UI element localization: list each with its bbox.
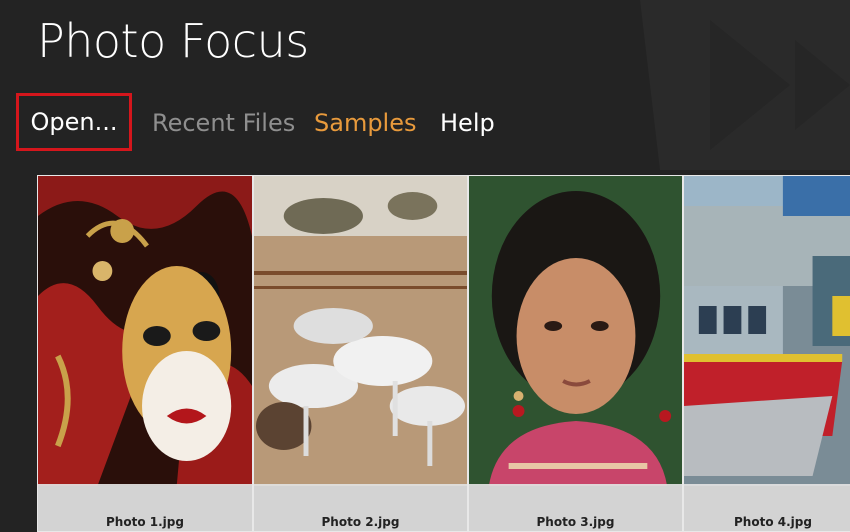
photo-caption: Photo 4.jpg [684, 484, 850, 531]
photo-caption: Photo 2.jpg [254, 484, 467, 531]
help-link[interactable]: Help [440, 93, 495, 153]
photo-tile[interactable]: Photo 2.jpg [253, 175, 468, 532]
photo-caption: Photo 1.jpg [38, 484, 252, 531]
photo-thumbnail [469, 176, 682, 486]
samples-link[interactable]: Samples [314, 93, 417, 153]
photo-tile[interactable]: Photo 1.jpg [37, 175, 253, 532]
photo-gallery: Photo 1.jpg Photo 2.jpg Photo 3.jpg Phot… [37, 175, 850, 532]
photo-caption: Photo 3.jpg [469, 484, 682, 531]
main-nav: Open... Recent Files Samples Help [0, 93, 850, 153]
photo-tile[interactable]: Photo 4.jpg [683, 175, 850, 532]
open-button[interactable]: Open... [16, 93, 132, 151]
recent-files-link[interactable]: Recent Files [152, 93, 295, 153]
photo-tile[interactable]: Photo 3.jpg [468, 175, 683, 532]
photo-thumbnail [254, 176, 467, 486]
app-title: Photo Focus [37, 14, 309, 68]
photo-thumbnail [684, 176, 850, 486]
photo-thumbnail [38, 176, 252, 486]
